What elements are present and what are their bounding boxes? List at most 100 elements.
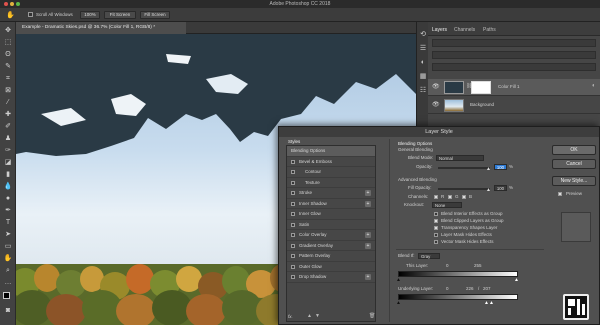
fill-opacity-input[interactable]: 100 xyxy=(494,185,507,191)
add-style-plus-icon[interactable]: + xyxy=(365,242,371,249)
layer-mask-hides-checkbox[interactable] xyxy=(434,233,438,237)
hand-tool-icon[interactable]: ✋ xyxy=(3,254,13,263)
style-checkbox[interactable] xyxy=(291,191,295,195)
gradient-tool-icon[interactable]: ▮ xyxy=(3,170,13,179)
style-item-texture[interactable]: Texture xyxy=(287,178,375,188)
healing-brush-tool-icon[interactable]: ✚ xyxy=(3,110,13,119)
style-item-inner-shadow[interactable]: Inner Shadow + xyxy=(287,199,375,209)
eraser-tool-icon[interactable]: ◪ xyxy=(3,158,13,167)
style-item-gradient-overlay[interactable]: Gradient Overlay + xyxy=(287,241,375,251)
dodge-tool-icon[interactable]: ● xyxy=(3,194,13,203)
style-item-blending-options[interactable]: Blending Options xyxy=(287,146,375,157)
trash-icon[interactable]: 🗑 xyxy=(369,313,375,319)
brush-tool-icon[interactable]: ✐ xyxy=(3,122,13,131)
minimize-window-button[interactable] xyxy=(10,2,14,6)
fill-opacity-slider-handle[interactable]: ▲ xyxy=(486,187,491,193)
underlying-black-handle[interactable]: ▲ xyxy=(396,300,401,306)
fx-menu-icon[interactable]: fx. xyxy=(288,314,293,320)
blend-interior-checkbox[interactable] xyxy=(434,212,438,216)
channel-r-checkbox[interactable] xyxy=(434,195,438,199)
properties-panel-icon[interactable]: ☰ xyxy=(418,44,428,53)
eye-icon[interactable]: 👁 xyxy=(432,83,440,90)
underlying-layer-gradient[interactable] xyxy=(398,294,518,300)
style-checkbox[interactable] xyxy=(291,159,295,164)
style-item-bevel-emboss[interactable]: Bevel & Emboss xyxy=(287,157,375,167)
add-style-plus-icon[interactable]: + xyxy=(365,274,371,280)
ok-button[interactable]: OK xyxy=(552,145,596,155)
this-layer-white-handle[interactable]: ▲ xyxy=(514,277,519,283)
blur-tool-icon[interactable]: 💧 xyxy=(3,182,13,191)
blend-if-select[interactable]: Gray xyxy=(418,253,440,259)
style-checkbox[interactable] xyxy=(291,170,295,174)
add-style-plus-icon[interactable]: + xyxy=(365,190,371,196)
adjustments-panel-icon[interactable]: ◐ xyxy=(418,58,428,67)
add-style-plus-icon[interactable]: + xyxy=(365,232,371,238)
this-layer-black-handle[interactable]: ▲ xyxy=(396,277,401,283)
style-checkbox[interactable] xyxy=(291,243,295,248)
style-item-contour[interactable]: Contour xyxy=(287,167,375,178)
style-checkbox[interactable] xyxy=(291,222,295,227)
more-tools-icon[interactable]: … xyxy=(3,278,13,287)
eyedropper-tool-icon[interactable]: ⁄ xyxy=(3,98,13,107)
layer-mode-bar[interactable] xyxy=(432,51,596,59)
type-tool-icon[interactable]: T xyxy=(3,218,13,227)
rectangle-tool-icon[interactable]: ▭ xyxy=(3,242,13,251)
channel-b-checkbox[interactable] xyxy=(462,195,466,199)
eye-icon[interactable]: 👁 xyxy=(432,101,440,108)
cancel-button[interactable]: Cancel xyxy=(552,159,596,169)
channel-g-checkbox[interactable] xyxy=(448,195,452,199)
close-window-button[interactable] xyxy=(4,2,8,6)
transparency-shapes-checkbox[interactable] xyxy=(434,226,438,230)
fill-screen-button[interactable]: Fill Screen xyxy=(140,11,170,19)
style-checkbox[interactable] xyxy=(291,212,295,216)
style-checkbox[interactable] xyxy=(291,201,295,206)
zoom-window-button[interactable] xyxy=(16,2,20,6)
marquee-tool-icon[interactable]: ⬚ xyxy=(3,38,13,47)
opacity-input[interactable]: 100 xyxy=(494,164,507,170)
libraries-panel-icon[interactable]: ☷ xyxy=(418,86,428,95)
layer-row[interactable]: 👁 Background xyxy=(428,97,600,114)
tab-layers[interactable]: Layers xyxy=(432,25,447,35)
history-brush-tool-icon[interactable]: ✑ xyxy=(3,146,13,155)
style-item-color-overlay[interactable]: Color Overlay + xyxy=(287,230,375,241)
path-selection-tool-icon[interactable]: ➤ xyxy=(3,230,13,239)
pen-tool-icon[interactable]: ✒ xyxy=(3,206,13,215)
scroll-all-windows-checkbox[interactable] xyxy=(28,12,33,17)
fit-screen-button[interactable]: Fit Screen xyxy=(104,11,136,19)
document-tab[interactable]: Example - Dramatic Skies.psd @ 36.7% (Co… xyxy=(16,22,186,34)
move-up-icon[interactable]: ▲ xyxy=(307,313,312,319)
style-checkbox[interactable] xyxy=(291,180,295,185)
quick-mask-icon[interactable]: ◙ xyxy=(3,306,13,315)
blend-clipped-checkbox[interactable] xyxy=(434,219,438,223)
style-item-drop-shadow[interactable]: Drop Shadow + xyxy=(287,272,375,283)
swatches-panel-icon[interactable]: ▦ xyxy=(418,72,428,81)
crop-tool-icon[interactable]: ⌗ xyxy=(3,74,13,83)
foreground-color-swatch[interactable] xyxy=(3,292,10,299)
clone-stamp-tool-icon[interactable]: ♟ xyxy=(3,134,13,143)
move-down-icon[interactable]: ▼ xyxy=(315,313,320,319)
tab-channels[interactable]: Channels xyxy=(454,25,475,35)
style-item-outer-glow[interactable]: Outer Glow xyxy=(287,262,375,272)
layer-filter-bar[interactable] xyxy=(432,39,596,47)
fill-opacity-slider[interactable] xyxy=(438,188,490,190)
layer-mask-thumbnail[interactable] xyxy=(471,81,491,94)
quick-select-tool-icon[interactable]: ✎ xyxy=(3,62,13,71)
style-checkbox[interactable] xyxy=(291,254,295,258)
lasso-tool-icon[interactable]: ʘ xyxy=(3,50,13,59)
this-layer-gradient[interactable] xyxy=(398,271,518,277)
layer-row[interactable]: 👁 ⛓ Color Fill 1 ◐ xyxy=(428,79,600,96)
knockout-select[interactable]: None xyxy=(432,202,462,208)
new-style-button[interactable]: New Style... xyxy=(552,176,596,186)
zoom-100-button[interactable]: 100% xyxy=(80,11,100,19)
style-item-stroke[interactable]: Stroke + xyxy=(287,188,375,199)
style-item-satin[interactable]: Satin xyxy=(287,220,375,230)
tab-paths[interactable]: Paths xyxy=(483,25,496,35)
style-checkbox[interactable] xyxy=(291,233,295,237)
frame-tool-icon[interactable]: ⊠ xyxy=(3,86,13,95)
style-item-inner-glow[interactable]: Inner Glow xyxy=(287,209,375,220)
layer-lock-bar[interactable] xyxy=(432,63,596,71)
preview-checkbox[interactable] xyxy=(558,192,562,196)
opacity-slider-handle[interactable]: ▲ xyxy=(486,166,491,172)
zoom-tool-icon[interactable]: ⌕ xyxy=(3,266,13,275)
style-item-pattern-overlay[interactable]: Pattern Overlay xyxy=(287,251,375,262)
